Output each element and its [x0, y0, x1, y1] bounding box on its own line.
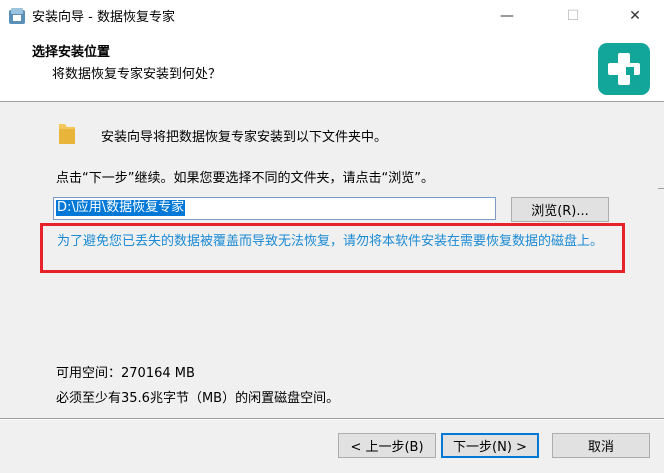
- install-path-input[interactable]: D:\应用\数据恢复专家: [53, 197, 496, 220]
- divider-tick: [658, 188, 664, 189]
- back-button[interactable]: < 上一步(B): [338, 433, 436, 458]
- page-title: 选择安装位置: [32, 45, 111, 60]
- warning-text: 为了避免您已丢失的数据被覆盖而导致无法恢复，请勿将本软件安装在需要恢复数据的磁盘…: [57, 234, 604, 249]
- intro-text: 安装向导将把数据恢复专家安装到以下文件夹中。: [101, 130, 388, 145]
- close-icon: ✕: [629, 7, 641, 24]
- footer-divider-highlight: [0, 419, 664, 420]
- available-space: 可用空间：270164 MB: [56, 366, 195, 381]
- required-space: 必须至少有35.6兆字节（MB）的闲置磁盘空间。: [56, 391, 340, 406]
- wizard-header: 选择安装位置 将数据恢复专家安装到何处？: [0, 31, 664, 102]
- folder-icon: [59, 124, 75, 144]
- continue-hint: 点击“下一步”继续。如果您要选择不同的文件夹，请点击“浏览”。: [56, 171, 434, 186]
- next-button[interactable]: 下一步(N) >: [441, 433, 539, 458]
- install-path-value: D:\应用\数据恢复专家: [56, 200, 186, 216]
- cancel-button[interactable]: 取消: [552, 433, 650, 458]
- minimize-icon: —: [500, 7, 514, 24]
- page-subtitle: 将数据恢复专家安装到何处？: [52, 67, 222, 82]
- maximize-button[interactable]: ☐: [550, 0, 596, 31]
- app-icon: [9, 8, 25, 24]
- maximize-icon: ☐: [566, 7, 580, 24]
- medical-cross-icon: [598, 43, 650, 95]
- title-bar: 安装向导 - 数据恢复专家 — ☐ ✕: [0, 0, 664, 31]
- close-button[interactable]: ✕: [612, 0, 658, 31]
- browse-button[interactable]: 浏览(R)...: [511, 197, 609, 222]
- warning-highlight-box: 为了避免您已丢失的数据被覆盖而导致无法恢复，请勿将本软件安装在需要恢复数据的磁盘…: [40, 223, 625, 273]
- minimize-button[interactable]: —: [484, 0, 530, 31]
- window-title: 安装向导 - 数据恢复专家: [32, 10, 175, 25]
